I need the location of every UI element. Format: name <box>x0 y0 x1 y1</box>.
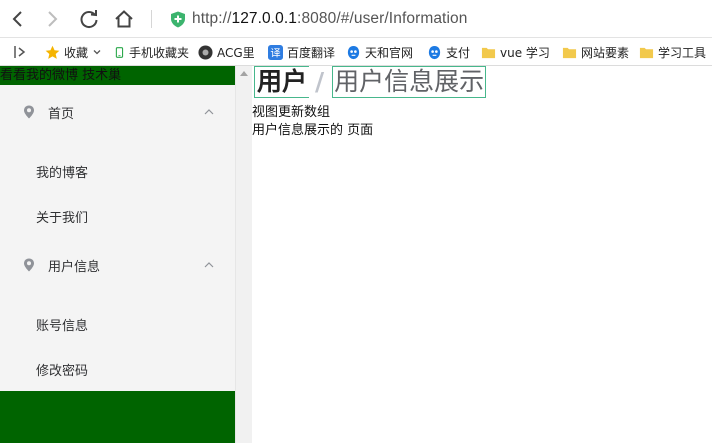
sidebar-footer <box>0 391 235 443</box>
forward-button[interactable] <box>40 7 64 31</box>
menu-item-my-blog[interactable]: 我的博客 <box>36 162 88 181</box>
folder-icon <box>639 47 654 58</box>
url-scheme: http:// <box>192 10 232 27</box>
menu-item-label: 我的博客 <box>36 166 89 181</box>
star-icon <box>45 45 60 59</box>
bookmark-study-tools[interactable]: 学习工具 <box>639 43 706 61</box>
bookmark-favorites[interactable]: 收藏 <box>45 43 102 61</box>
translate-icon: 译 <box>268 44 283 60</box>
scrollbar-track[interactable] <box>236 66 252 443</box>
bookmark-label: 手机收藏夹 <box>129 45 190 60</box>
home-button[interactable] <box>112 7 136 31</box>
secure-shield-icon <box>171 11 185 27</box>
forward-arrow-icon <box>48 11 58 27</box>
browser-toolbar: http://127.0.0.1:8080/#/user/Information <box>0 0 712 38</box>
url-text[interactable]: http://127.0.0.1:8080/#/user/Information <box>192 10 467 28</box>
bookmark-label: 百度翻译 <box>287 45 336 60</box>
bookmark-site-elements[interactable]: 网站要素 <box>562 43 629 61</box>
breadcrumb-first-wrap: 用户 <box>254 66 310 98</box>
reload-button[interactable] <box>77 7 101 31</box>
scroll-up-arrow-icon[interactable] <box>240 71 248 76</box>
menu-item-label: 关于我们 <box>36 211 89 226</box>
menu-item-change-password[interactable]: 修改密码 <box>36 360 88 379</box>
address-bar[interactable]: http://127.0.0.1:8080/#/user/Information <box>170 7 467 31</box>
bookmark-label: vue 学习 <box>500 45 550 60</box>
bookmark-label: ACG里 <box>217 45 255 60</box>
phone-icon <box>115 46 124 58</box>
menu-item-account-info[interactable]: 账号信息 <box>36 315 88 334</box>
toolbar-divider <box>151 10 152 28</box>
menu-item-about-us[interactable]: 关于我们 <box>36 207 88 226</box>
folder-icon <box>562 47 577 58</box>
bookmark-label: 天和官网 <box>365 45 414 60</box>
acg-icon <box>198 44 213 60</box>
breadcrumb-separator: / <box>315 67 325 96</box>
bookmarks-bar: 收藏 手机收藏夹 ACG里 译 百度翻译 天和官网 支付 vue 学习 网站要素… <box>0 38 712 66</box>
location-pin-icon <box>24 105 34 119</box>
chevron-up-icon <box>204 262 214 268</box>
bird-icon <box>428 45 441 59</box>
back-arrow-icon <box>12 11 22 27</box>
sidebar-header[interactable]: 看看我的微博 技术巢 <box>0 66 235 85</box>
home-icon <box>115 10 133 28</box>
bookmark-translate[interactable]: 译 百度翻译 <box>268 43 335 61</box>
sidebar: 看看我的微博 技术巢 首页 我的博客 关于我们 用户信息 账号信息 修改密码 <box>0 66 235 443</box>
bird-icon <box>347 45 360 59</box>
chevron-up-icon <box>204 109 214 115</box>
url-path: :8080/#/user/Information <box>297 10 468 27</box>
bookmark-label: 收藏 <box>64 45 89 60</box>
chevron-down-icon <box>93 50 101 55</box>
folder-icon <box>481 47 496 58</box>
menu-group-user-info[interactable]: 用户信息 <box>0 245 235 285</box>
back-button[interactable] <box>6 7 30 31</box>
bookmark-mobile[interactable]: 手机收藏夹 <box>115 43 189 61</box>
bookmark-label: 网站要素 <box>581 45 630 60</box>
bookmark-acg[interactable]: ACG里 <box>198 43 255 61</box>
breadcrumb-item-user[interactable]: 用户 <box>255 67 309 96</box>
main-content: 用户 / 用户信息展示 视图更新数组 用户信息展示的 页面 <box>252 66 712 443</box>
menu-group-home[interactable]: 首页 <box>0 92 235 132</box>
location-pin-icon <box>24 258 34 272</box>
url-host: 127.0.0.1 <box>231 10 298 27</box>
page-description-text: 用户信息展示的 页面 <box>252 123 374 138</box>
bookmark-label: 支付 <box>446 45 471 60</box>
bookmark-label: 学习工具 <box>658 45 707 60</box>
sidebar-toggle-icon[interactable] <box>12 44 28 60</box>
menu-group-label: 用户信息 <box>48 260 101 275</box>
breadcrumb: 用户 / 用户信息展示 <box>254 66 487 98</box>
menu-item-label: 修改密码 <box>36 364 89 379</box>
bookmark-vue[interactable]: vue 学习 <box>481 43 550 61</box>
reload-icon <box>80 10 98 29</box>
bookmark-tianhe[interactable]: 天和官网 <box>346 43 413 61</box>
menu-item-label: 账号信息 <box>36 319 89 334</box>
view-update-text: 视图更新数组 <box>252 105 331 120</box>
menu-group-label: 首页 <box>48 107 75 122</box>
breadcrumb-item-current: 用户信息展示 <box>332 66 487 98</box>
svg-text:译: 译 <box>270 47 280 59</box>
sidebar-header-text: 看看我的微博 技术巢 <box>0 68 122 83</box>
bookmark-pay[interactable]: 支付 <box>427 43 470 61</box>
